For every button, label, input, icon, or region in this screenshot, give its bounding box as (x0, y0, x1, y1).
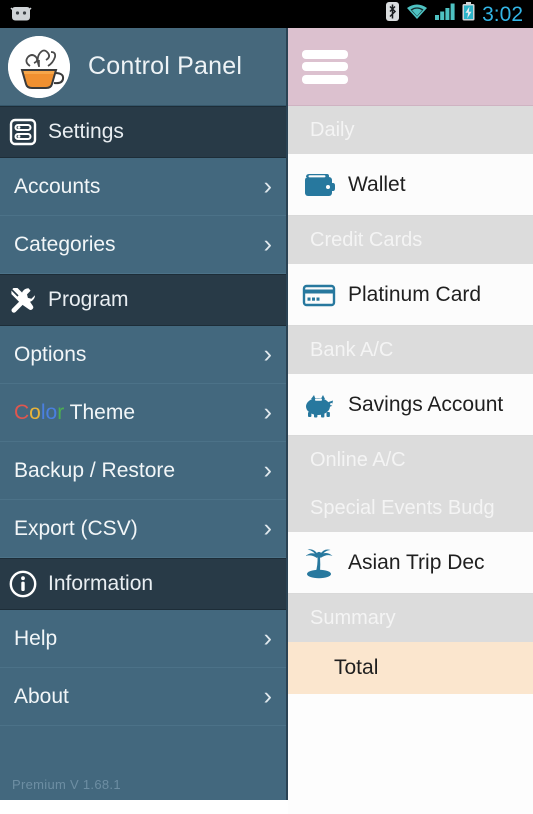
sidebar-section-program: Program (0, 274, 286, 326)
android-head-icon (10, 6, 32, 22)
group-label: Special Events Budg (310, 496, 495, 519)
app-screen: Control Panel Settings Accounts › Catego… (0, 28, 533, 814)
chevron-right-icon: › (263, 230, 272, 258)
sidebar-section-label: Settings (48, 120, 124, 143)
wallet-icon (302, 168, 336, 202)
sidebar: Control Panel Settings Accounts › Catego… (0, 28, 288, 800)
chevron-right-icon: › (263, 456, 272, 484)
group-header-bank-ac: Bank A/C (288, 326, 533, 374)
total-label: Total (334, 656, 379, 679)
group-header-special-events-budget: Special Events Budg (288, 484, 533, 532)
hamburger-bar (302, 62, 348, 71)
settings-sliders-icon (8, 117, 38, 147)
version-label: Premium V 1.68.1 (12, 777, 121, 792)
sidebar-item-options[interactable]: Options › (0, 326, 286, 384)
hamburger-bar (302, 74, 348, 84)
sidebar-item-about[interactable]: About › (0, 668, 286, 726)
sidebar-item-label: About (14, 684, 69, 708)
list-item-savings-account[interactable]: Savings Account (288, 374, 533, 436)
color-char: o (29, 400, 41, 424)
list-item-label: Asian Trip Dec (348, 550, 485, 574)
sidebar-section-label: Program (48, 288, 129, 311)
battery-charging-icon (462, 2, 475, 26)
group-header-online-ac: Online A/C (288, 436, 533, 484)
chevron-right-icon: › (263, 514, 272, 542)
group-header-daily: Daily (288, 106, 533, 154)
sidebar-item-help[interactable]: Help › (0, 610, 286, 668)
sidebar-section-label: Information (48, 572, 154, 595)
sidebar-item-label: Export (CSV) (14, 516, 138, 540)
group-label: Online A/C (310, 448, 406, 471)
list-item-wallet[interactable]: Wallet (288, 154, 533, 216)
list-item-asian-trip-dec[interactable]: Asian Trip Dec (288, 532, 533, 594)
hamburger-bar (302, 49, 348, 59)
palm-tree-icon (302, 546, 336, 580)
list-empty-area (288, 694, 533, 814)
chevron-right-icon: › (263, 624, 272, 652)
sidebar-item-label: Color Theme (14, 401, 135, 425)
wifi-icon (406, 3, 428, 25)
sidebar-item-label: Accounts (14, 174, 101, 198)
sidebar-item-backup-restore[interactable]: Backup / Restore › (0, 442, 286, 500)
group-header-summary: Summary (288, 594, 533, 642)
color-char: C (14, 400, 30, 424)
piggy-bank-icon (302, 388, 336, 422)
status-bar-left (0, 6, 32, 22)
color-char: o (45, 400, 58, 424)
list-item-label: Platinum Card (348, 282, 482, 306)
group-label: Summary (310, 606, 396, 629)
hamburger-menu-icon[interactable] (302, 49, 348, 84)
status-bar-clock: 3:02 (482, 2, 523, 26)
info-circle-icon (8, 569, 38, 599)
app-header: Control Panel (0, 28, 286, 106)
wrench-screwdriver-icon (8, 285, 38, 315)
group-header-credit-cards: Credit Cards (288, 216, 533, 264)
sidebar-item-label: Options (14, 342, 87, 366)
account-list-panel: Daily Wallet Credit Cards Platinum Card … (288, 28, 533, 814)
chevron-right-icon: › (263, 682, 272, 710)
chevron-right-icon: › (263, 172, 272, 200)
list-item-total[interactable]: Total (288, 642, 533, 694)
group-label: Bank A/C (310, 338, 394, 361)
color-theme-rest: Theme (64, 400, 136, 424)
page-title: Control Panel (88, 52, 243, 80)
status-bar-right: 3:02 (386, 2, 533, 26)
sidebar-item-categories[interactable]: Categories › (0, 216, 286, 274)
sidebar-item-color-theme[interactable]: Color Theme › (0, 384, 286, 442)
chevron-right-icon: › (263, 398, 272, 426)
sidebar-item-label: Help (14, 626, 58, 650)
sidebar-item-label: Categories (14, 232, 116, 256)
signal-icon (435, 3, 455, 25)
list-item-platinum-card[interactable]: Platinum Card (288, 264, 533, 326)
sidebar-item-accounts[interactable]: Accounts › (0, 158, 286, 216)
list-item-label: Savings Account (348, 392, 504, 416)
bluetooth-icon (386, 2, 400, 26)
sidebar-section-information: Information (0, 558, 286, 610)
group-label: Credit Cards (310, 228, 423, 251)
chevron-right-icon: › (263, 340, 272, 368)
sidebar-item-export-csv[interactable]: Export (CSV) › (0, 500, 286, 558)
coffee-cup-logo (8, 35, 70, 98)
sidebar-section-settings: Settings (0, 106, 286, 158)
credit-card-icon (302, 278, 336, 312)
content-header (288, 28, 533, 106)
sidebar-item-label: Backup / Restore (14, 458, 176, 482)
group-label: Daily (310, 118, 355, 141)
list-item-label: Wallet (348, 172, 406, 196)
status-bar: 3:02 (0, 0, 533, 28)
